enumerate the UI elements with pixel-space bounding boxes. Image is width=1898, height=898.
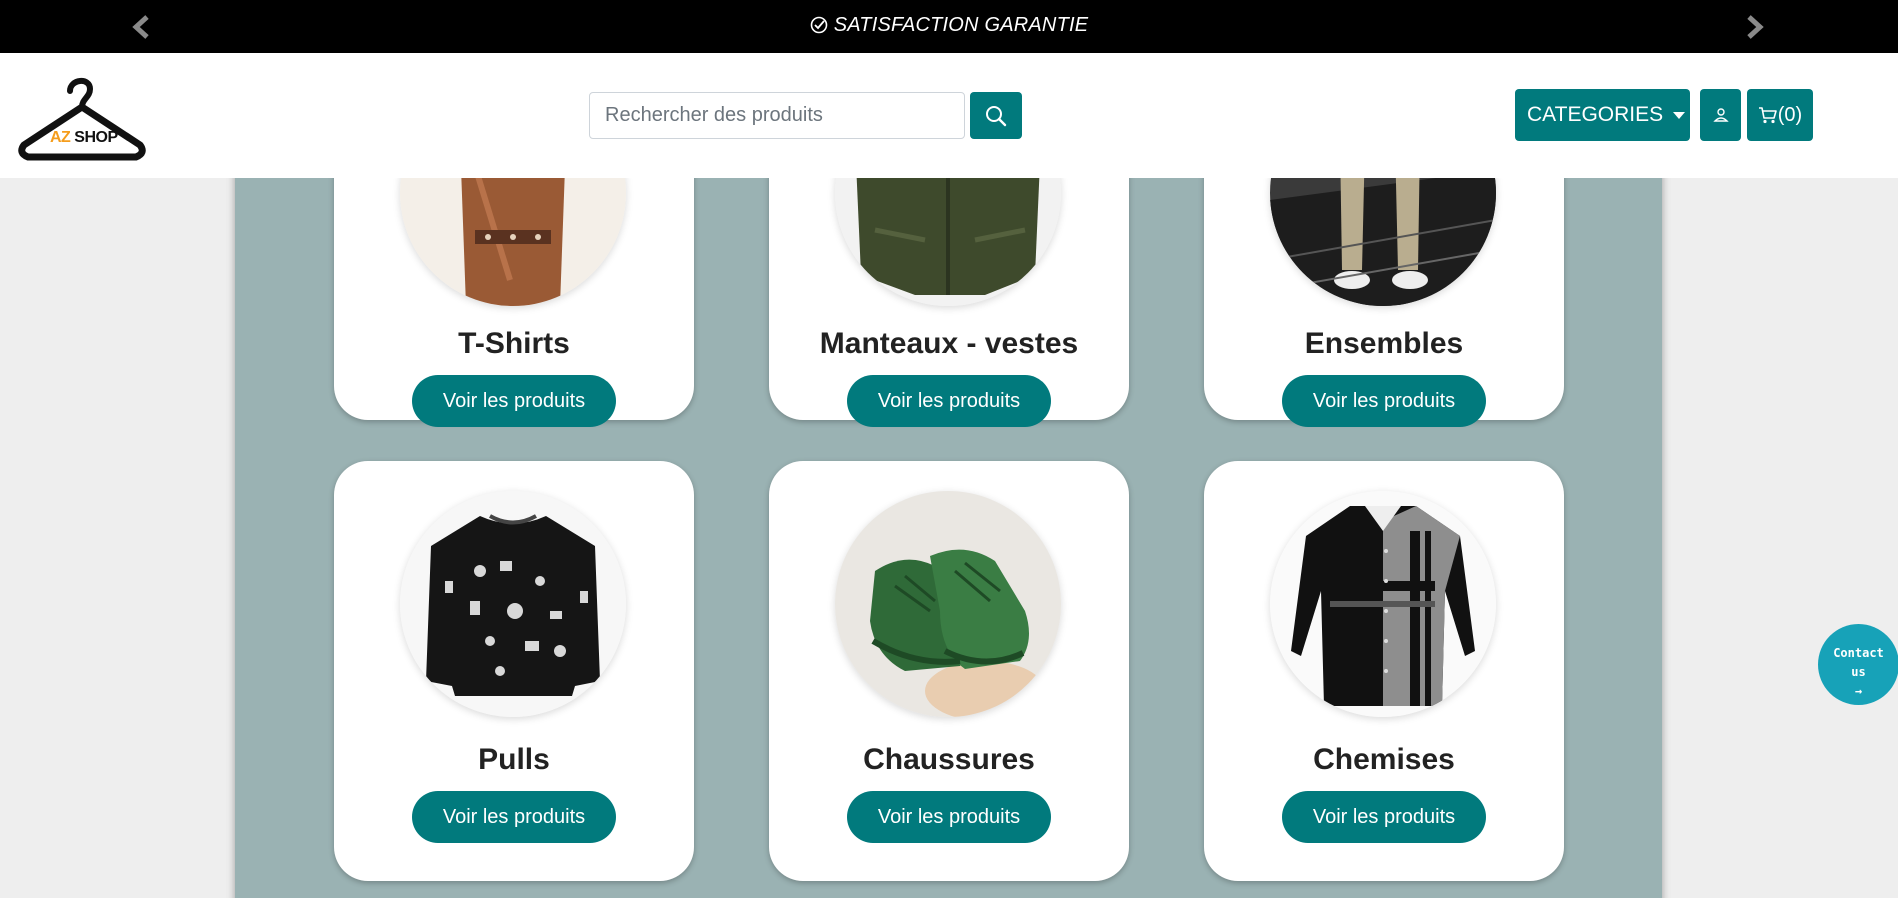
view-products-button[interactable]: Voir les produits xyxy=(1282,791,1486,843)
search-button[interactable] xyxy=(970,92,1022,139)
contact-line1: Contact xyxy=(1833,646,1884,660)
account-button[interactable] xyxy=(1700,89,1741,141)
category-image xyxy=(835,491,1061,717)
check-circle-icon xyxy=(810,16,828,34)
category-card: Chaussures Voir les produits xyxy=(769,461,1129,881)
category-name: Chemises xyxy=(1313,743,1455,776)
category-image xyxy=(1270,491,1496,717)
category-name: Ensembles xyxy=(1304,327,1464,360)
categories-dropdown[interactable]: CATEGORIES xyxy=(1515,89,1690,141)
hanger-icon xyxy=(18,78,146,161)
contact-us-button[interactable]: Contact us → xyxy=(1818,624,1898,705)
arrow-right-icon: → xyxy=(1854,684,1863,698)
promo-text: SATISFACTION GARANTIE xyxy=(833,14,1089,36)
cart-icon xyxy=(1758,107,1777,124)
category-card: Chemises Voir les produits xyxy=(1204,461,1564,881)
search-input[interactable] xyxy=(589,92,965,139)
categories-panel: T-Shirts Voir les produits Manteaux - ve… xyxy=(235,80,1662,898)
logo-shop: SHOP xyxy=(74,129,118,146)
view-products-button[interactable]: Voir les produits xyxy=(847,375,1051,427)
category-name: T-Shirts xyxy=(458,327,570,360)
logo-az: AZ xyxy=(50,129,71,146)
view-products-button[interactable]: Voir les produits xyxy=(412,375,616,427)
view-products-button[interactable]: Voir les produits xyxy=(1282,375,1486,427)
category-image xyxy=(400,491,626,717)
category-name: Manteaux - vestes xyxy=(819,327,1079,360)
view-products-button[interactable]: Voir les produits xyxy=(412,791,616,843)
cart-count: (0) xyxy=(1777,103,1803,126)
cart-button[interactable]: (0) xyxy=(1747,89,1813,141)
category-name: Chaussures xyxy=(863,743,1035,776)
promo-message: SATISFACTION GARANTIE xyxy=(0,14,1898,37)
category-card: Pulls Voir les produits xyxy=(334,461,694,881)
view-products-button[interactable]: Voir les produits xyxy=(847,791,1051,843)
user-icon xyxy=(1712,108,1729,122)
category-name: Pulls xyxy=(478,743,550,776)
site-logo[interactable]: AZ SHOP xyxy=(18,73,146,165)
caret-down-icon xyxy=(1673,111,1686,119)
search-icon xyxy=(986,105,1007,126)
announcement-bar: SATISFACTION GARANTIE xyxy=(0,0,1898,53)
categories-label: CATEGORIES xyxy=(1527,103,1664,126)
logo-text: AZ SHOP xyxy=(50,129,118,147)
chevron-right-icon[interactable] xyxy=(1742,14,1766,40)
site-header: AZ SHOP CATEGORIES (0) xyxy=(0,53,1898,178)
contact-line2: us xyxy=(1851,665,1866,679)
